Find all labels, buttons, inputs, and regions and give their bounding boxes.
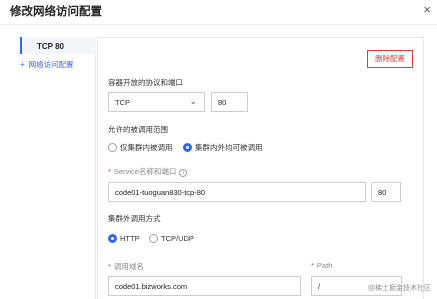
delete-config-button[interactable]: 删除配置 — [367, 50, 413, 68]
close-icon[interactable]: × — [423, 2, 431, 17]
plus-icon: + — [20, 60, 25, 69]
required-mark: * — [311, 261, 314, 270]
external-option-tcpudp[interactable]: TCP/UDP — [149, 234, 194, 243]
service-label: Service名称和端口 — [113, 167, 177, 176]
scope-option-all-label: 集群内外均可被调用 — [195, 143, 263, 152]
radio-internal[interactable] — [108, 143, 117, 152]
domain-input[interactable]: code01.bizworks.com — [108, 276, 301, 296]
radio-http[interactable] — [108, 234, 117, 243]
add-network-config-label: 网络访问配置 — [28, 60, 74, 69]
protocol-select-value: TCP — [115, 98, 130, 107]
external-label: 集群外调用方式 — [108, 214, 161, 223]
domain-label: 调用域名 — [113, 262, 144, 271]
chevron-down-icon: ⌄ — [189, 96, 197, 106]
scope-label: 允许的被调用范围 — [108, 125, 168, 134]
service-name-input[interactable]: code01-tuoguan830-tcp-80 — [108, 182, 366, 202]
service-label-row: * Service名称和端口 i — [108, 166, 188, 177]
domain-label-row: * 调用域名 — [108, 261, 144, 272]
external-option-http[interactable]: HTTP — [108, 234, 140, 243]
info-icon[interactable]: i — [179, 169, 188, 177]
path-label-row: * Path — [311, 261, 332, 270]
protocol-port-label: 容器开放的协议和端口 — [108, 78, 183, 87]
dialog-title: 修改网络访问配置 — [10, 6, 102, 18]
sidebar-item-tcp-80[interactable]: TCP 80 — [20, 37, 96, 54]
service-port-input[interactable]: 80 — [371, 182, 401, 202]
radio-tcpudp[interactable] — [149, 234, 158, 243]
sidebar: TCP 80 + 网络访问配置 — [20, 37, 96, 299]
required-mark: * — [108, 262, 111, 271]
container-port-input[interactable]: 80 — [211, 92, 248, 112]
scope-option-internal-label: 仅集群内被调用 — [120, 143, 173, 152]
header-divider — [0, 24, 437, 25]
scope-option-internal[interactable]: 仅集群内被调用 — [108, 142, 173, 153]
radio-all[interactable] — [183, 143, 192, 152]
scope-option-all[interactable]: 集群内外均可被调用 — [183, 142, 263, 153]
protocol-select[interactable]: TCP ⌄ — [108, 92, 205, 112]
external-option-tcpudp-label: TCP/UDP — [161, 234, 194, 243]
watermark: @稀土掘金技术社区 — [367, 285, 431, 292]
add-network-config-button[interactable]: + 网络访问配置 — [20, 59, 74, 70]
external-option-http-label: HTTP — [120, 234, 140, 243]
path-label: Path — [316, 261, 333, 270]
required-mark: * — [108, 167, 111, 176]
